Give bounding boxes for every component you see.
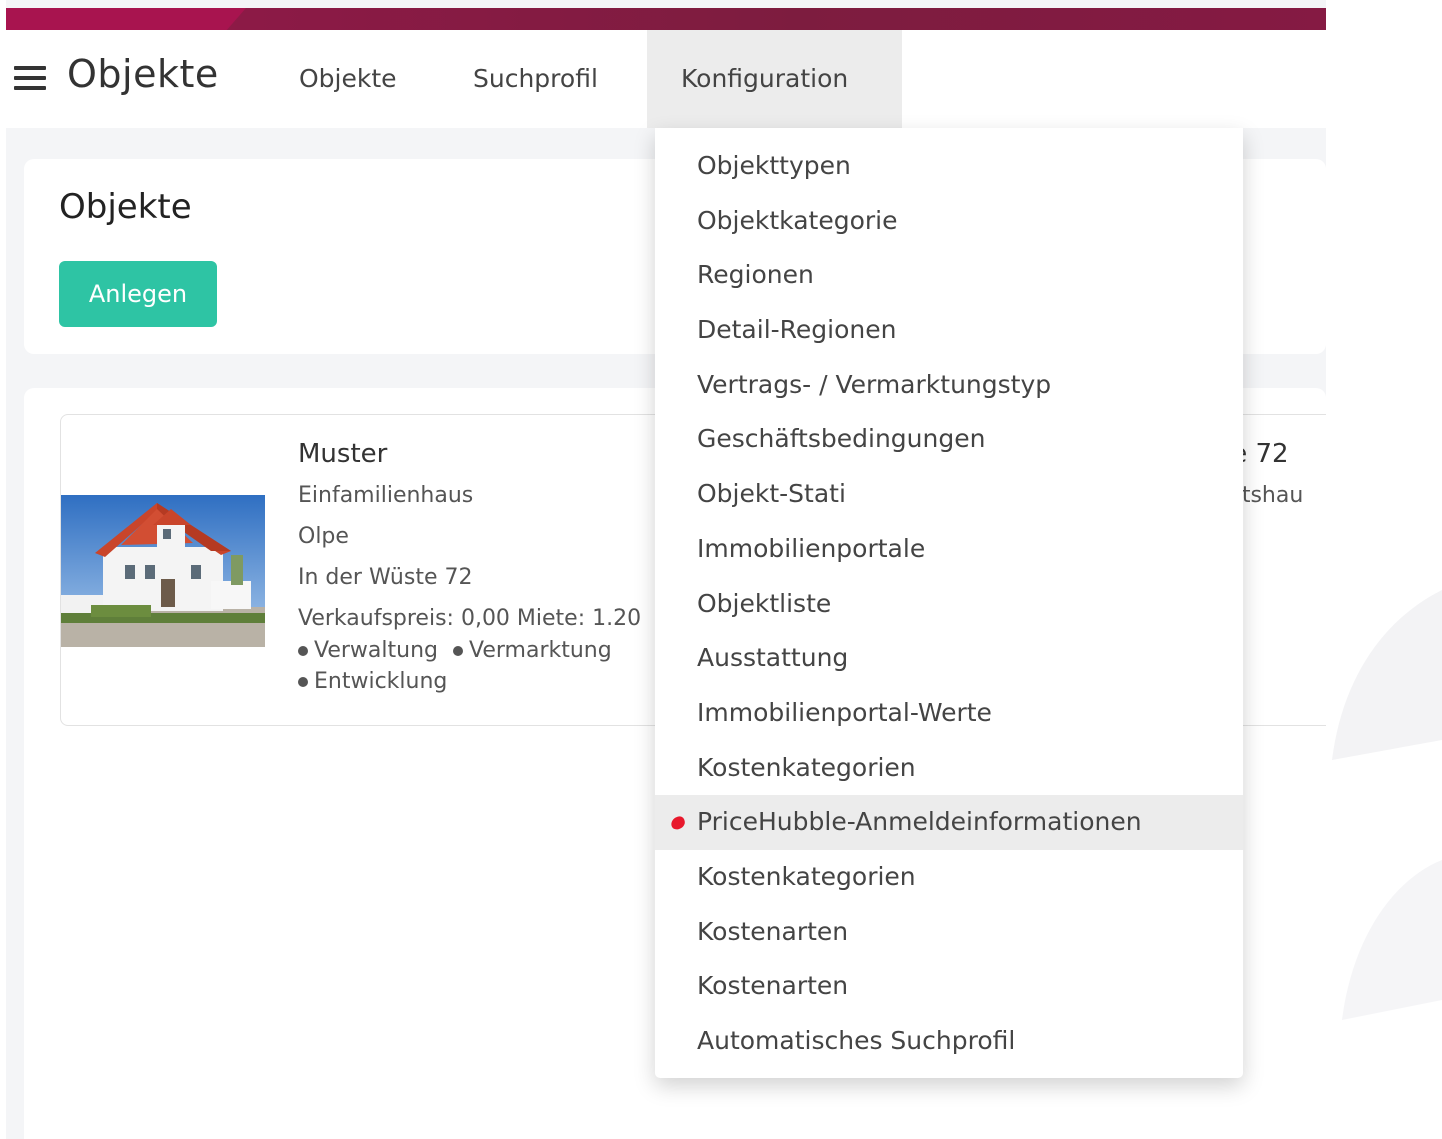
dropdown-item[interactable]: Ausstattung [655, 631, 1243, 686]
nav-konfiguration[interactable]: Konfiguration [647, 30, 902, 128]
dropdown-item-label: Kostenarten [697, 916, 849, 946]
dropdown-item[interactable]: Kostenkategorien [655, 850, 1243, 905]
anlegen-button[interactable]: Anlegen [59, 261, 217, 327]
cursor-marker-icon [669, 815, 687, 832]
object-card[interactable]: Muster Einfamilienhaus Olpe In der Wüste… [60, 414, 742, 726]
bullet-icon [453, 646, 463, 656]
dropdown-item[interactable]: Immobilienportal-Werte [655, 686, 1243, 741]
dropdown-item-label: Kostenarten [697, 971, 849, 1001]
dropdown-item-label: Kostenkategorien [697, 752, 916, 782]
dropdown-item[interactable]: Objektliste [655, 577, 1243, 632]
navbar: Objekte Objekte Suchprofil Konfiguration [6, 30, 1326, 128]
dropdown-item[interactable]: Automatisches Suchprofil [655, 1014, 1243, 1069]
dropdown-item-label: Objektliste [697, 588, 832, 618]
app-window: Objekte Objekte Suchprofil Konfiguration… [6, 0, 1326, 1139]
dropdown-item-label: Vertrags- / Vermarktungstyp [697, 369, 1052, 399]
dropdown-item[interactable]: Regionen [655, 248, 1243, 303]
dropdown-item-label: Immobilienportale [697, 533, 926, 563]
bullet-icon [298, 646, 308, 656]
dropdown-item-label: Ausstattung [697, 643, 849, 673]
brand-title: Objekte [67, 52, 219, 96]
house-image [61, 495, 265, 647]
dropdown-item-label: Objekt-Stati [697, 479, 846, 509]
bullet-icon [298, 677, 308, 687]
nav-suchprofil[interactable]: Suchprofil [439, 30, 632, 128]
dropdown-item-label: Automatisches Suchprofil [697, 1026, 1016, 1055]
dropdown-item-label: Immobilienportal-Werte [697, 697, 992, 727]
dropdown-item-label: Geschäftsbedingungen [697, 424, 986, 454]
dropdown-item-label: Regionen [697, 260, 814, 290]
dropdown-item[interactable]: Kostenarten [655, 959, 1243, 1014]
dropdown-item-label: Kostenkategorien [697, 861, 916, 891]
hamburger-menu-icon[interactable] [14, 66, 46, 92]
dropdown-item-label: Detail-Regionen [697, 315, 897, 345]
tag-entwicklung: Entwicklung [314, 669, 448, 694]
konfiguration-dropdown-menu: Objekttypen Objektkategorie Regionen Detail… [655, 128, 1243, 1078]
dropdown-item[interactable]: Detail-Regionen [655, 303, 1243, 358]
tag-vermarktung: Vermarktung [469, 638, 612, 663]
top-accent-bar [6, 8, 1326, 30]
dropdown-item[interactable]: Immobilienportale [655, 522, 1243, 577]
decorative-shape [1332, 590, 1442, 1020]
dropdown-item-label: PriceHubble-Anmeldeinformationen [697, 807, 1142, 837]
dropdown-item[interactable]: Kostenarten [655, 905, 1243, 960]
dropdown-item[interactable]: Objektkategorie [655, 194, 1243, 249]
dropdown-item[interactable]: Kostenkategorien [655, 741, 1243, 796]
dropdown-item[interactable]: Vertrags- / Vermarktungstyp [655, 358, 1243, 413]
dropdown-item[interactable]: PriceHubble-Anmeldeinformationen [655, 795, 1243, 850]
dropdown-item[interactable]: Geschäftsbedingungen [655, 412, 1243, 467]
nav-objekte[interactable]: Objekte [265, 30, 431, 128]
tag-verwaltung: Verwaltung [314, 638, 438, 663]
dropdown-list: Objekttypen Objektkategorie Regionen Detail… [655, 128, 1243, 1069]
dropdown-item-label: Objekttypen [697, 151, 851, 180]
dropdown-item[interactable]: Objekt-Stati [655, 467, 1243, 522]
page-title: Objekte [59, 187, 192, 227]
dropdown-item-label: Objektkategorie [697, 205, 898, 235]
dropdown-item[interactable]: Objekttypen [655, 139, 1243, 194]
